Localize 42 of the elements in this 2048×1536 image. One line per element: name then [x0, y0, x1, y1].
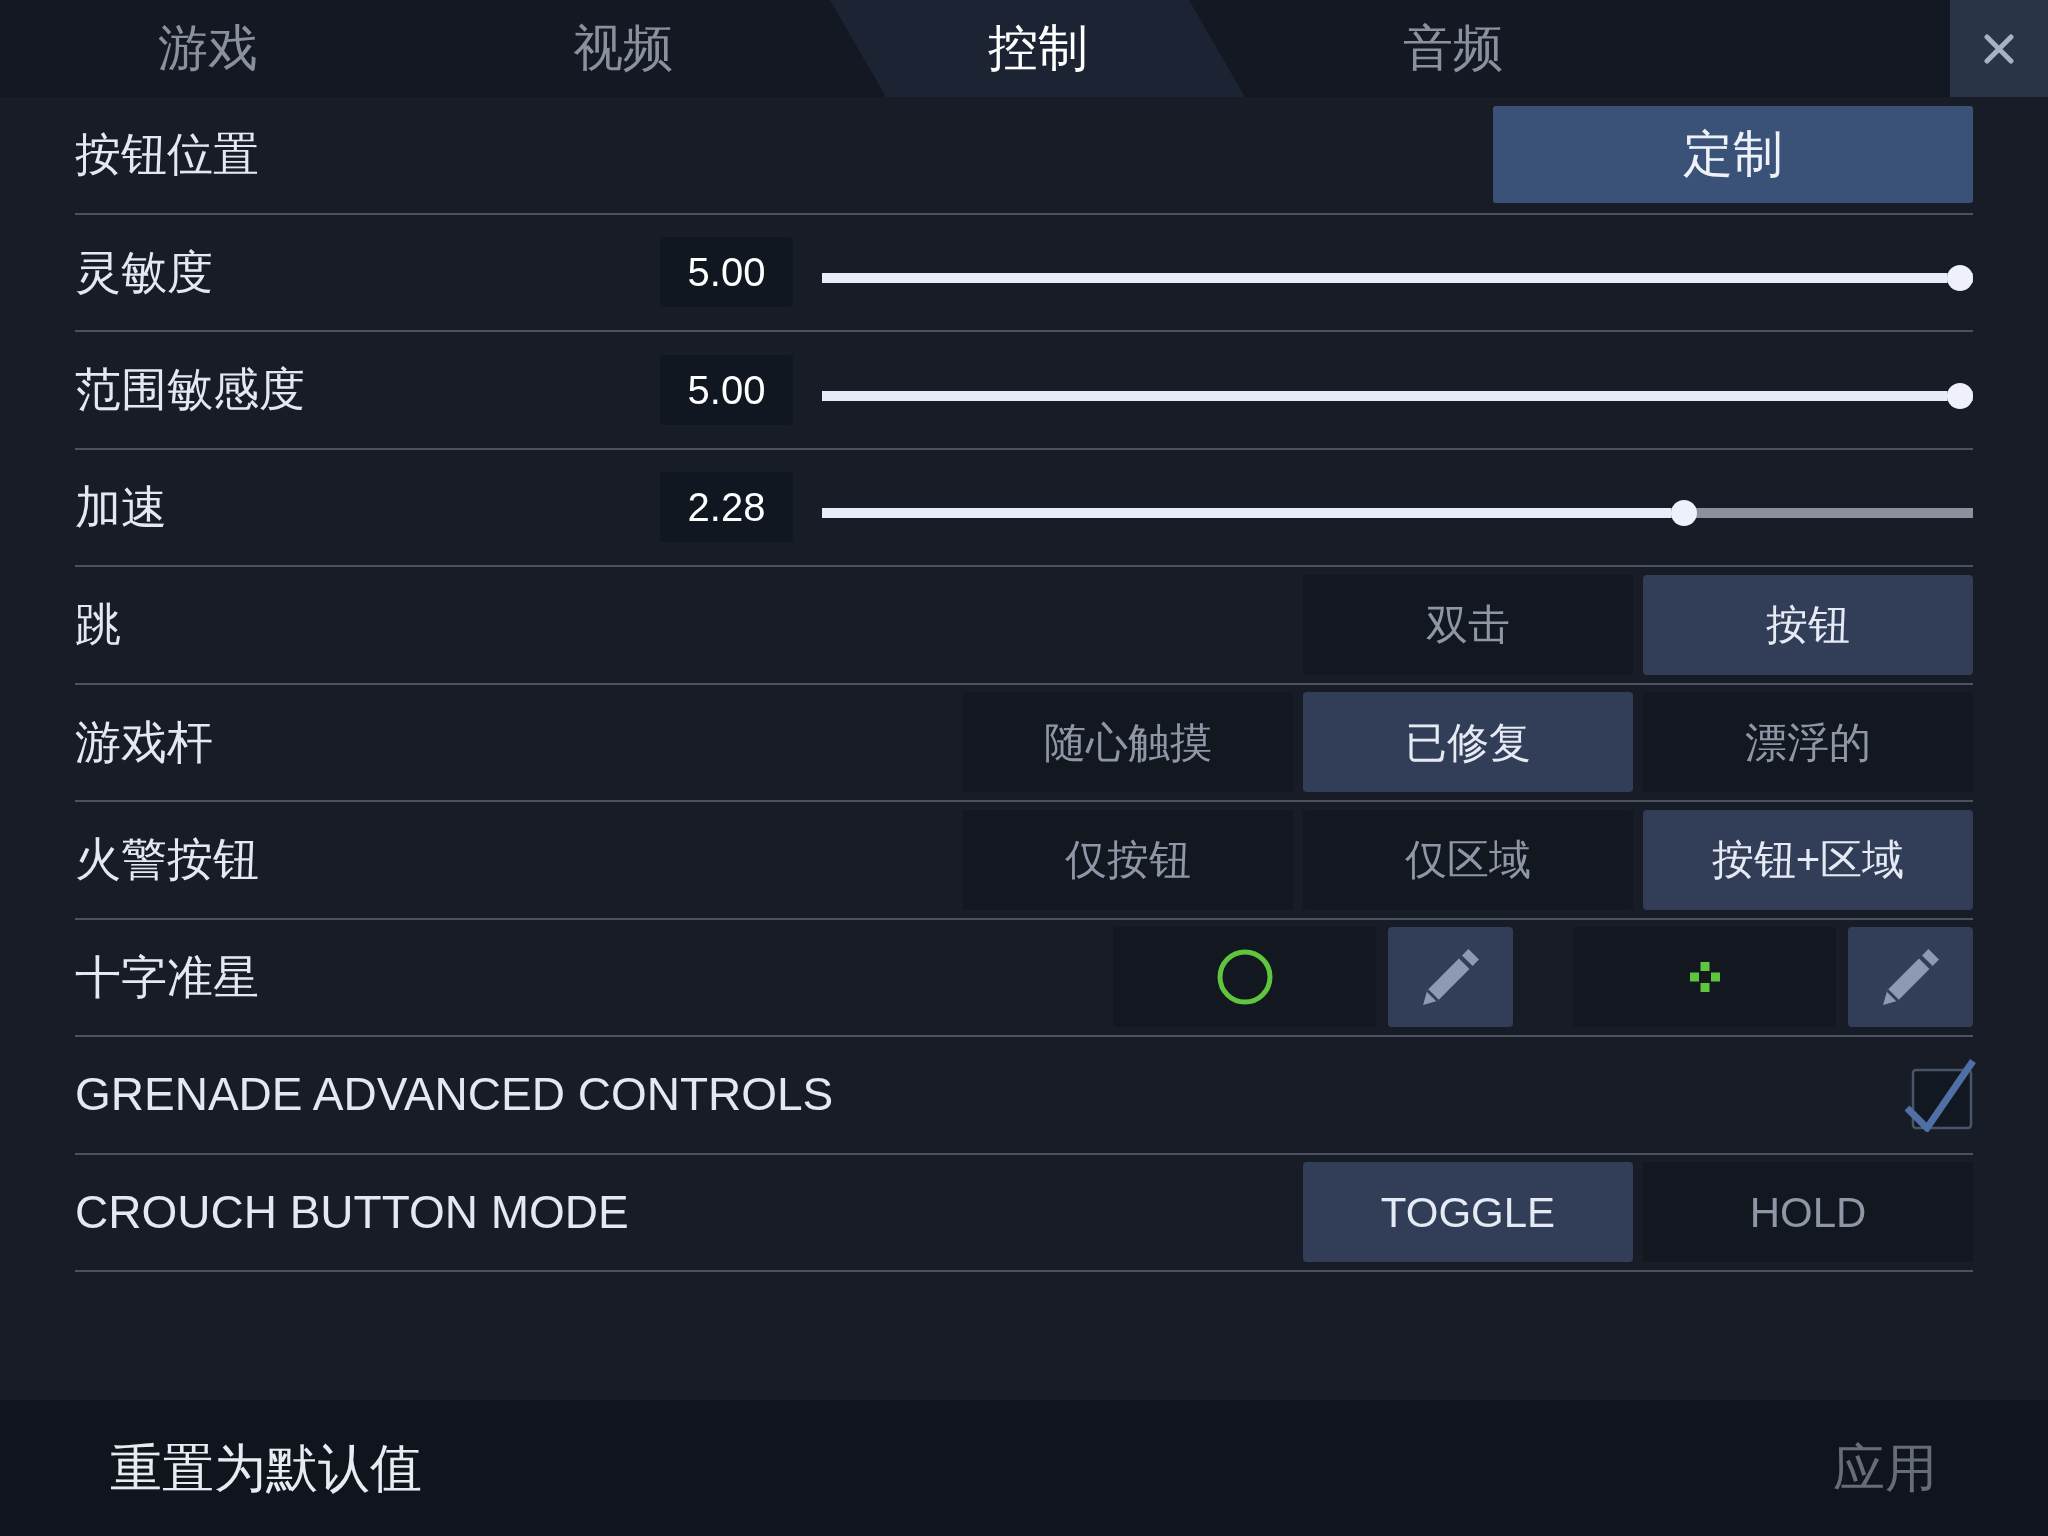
dots-icon [1689, 962, 1720, 993]
setting-label: 火警按钮 [75, 832, 259, 888]
setting-label: 灵敏度 [75, 244, 214, 300]
reset-button[interactable]: 重置为默认值 [110, 1429, 422, 1507]
setting-label: 十字准星 [75, 949, 259, 1005]
edit-button[interactable] [1388, 927, 1513, 1028]
tab[interactable]: 视频 [415, 0, 830, 97]
pencil-icon [1881, 948, 1940, 1007]
tab[interactable]: 控制 [830, 0, 1245, 97]
option-button[interactable]: 按钮+区域 [1643, 809, 1973, 910]
checkbox[interactable] [1903, 1057, 1977, 1132]
slider-thumb[interactable] [1671, 500, 1698, 527]
pencil-icon [1421, 948, 1480, 1007]
slider-thumb[interactable] [1947, 382, 1973, 409]
setting-label: GRENADE ADVANCED CONTROLS [75, 1067, 834, 1123]
option-button[interactable]: 仅按钮 [963, 809, 1293, 910]
tab[interactable]: 音频 [1245, 0, 1660, 97]
slider-thumb[interactable] [1947, 265, 1973, 292]
setting-label: CROUCH BUTTON MODE [75, 1184, 629, 1240]
option-button[interactable]: 按钮 [1643, 574, 1973, 675]
setting-label: 加速 [75, 479, 168, 535]
value-readout: 5.00 [660, 354, 793, 425]
crosshair-option[interactable] [1113, 927, 1376, 1028]
customize-button[interactable]: 定制 [1493, 106, 1973, 204]
option-button[interactable]: 双击 [1303, 574, 1633, 675]
value-readout: 2.28 [660, 472, 793, 543]
option-button[interactable]: 仅区域 [1303, 809, 1633, 910]
close-icon [1984, 33, 2014, 64]
tab[interactable]: 游戏 [0, 0, 415, 97]
setting-label: 范围敏感度 [75, 362, 306, 418]
option-button[interactable]: 漂浮的 [1643, 692, 1973, 793]
setting-label: 跳 [75, 597, 121, 653]
value-readout: 5.00 [660, 237, 793, 308]
option-button[interactable]: 已修复 [1303, 692, 1633, 793]
option-button[interactable]: TOGGLE [1303, 1162, 1633, 1263]
edit-button[interactable] [1848, 927, 1973, 1028]
setting-label: 按钮位置 [75, 127, 259, 183]
ring-icon [1216, 949, 1273, 1006]
option-button[interactable]: HOLD [1643, 1162, 1973, 1263]
option-button[interactable]: 随心触摸 [963, 692, 1293, 793]
close-button[interactable] [1950, 0, 2048, 97]
setting-label: 游戏杆 [75, 714, 213, 770]
